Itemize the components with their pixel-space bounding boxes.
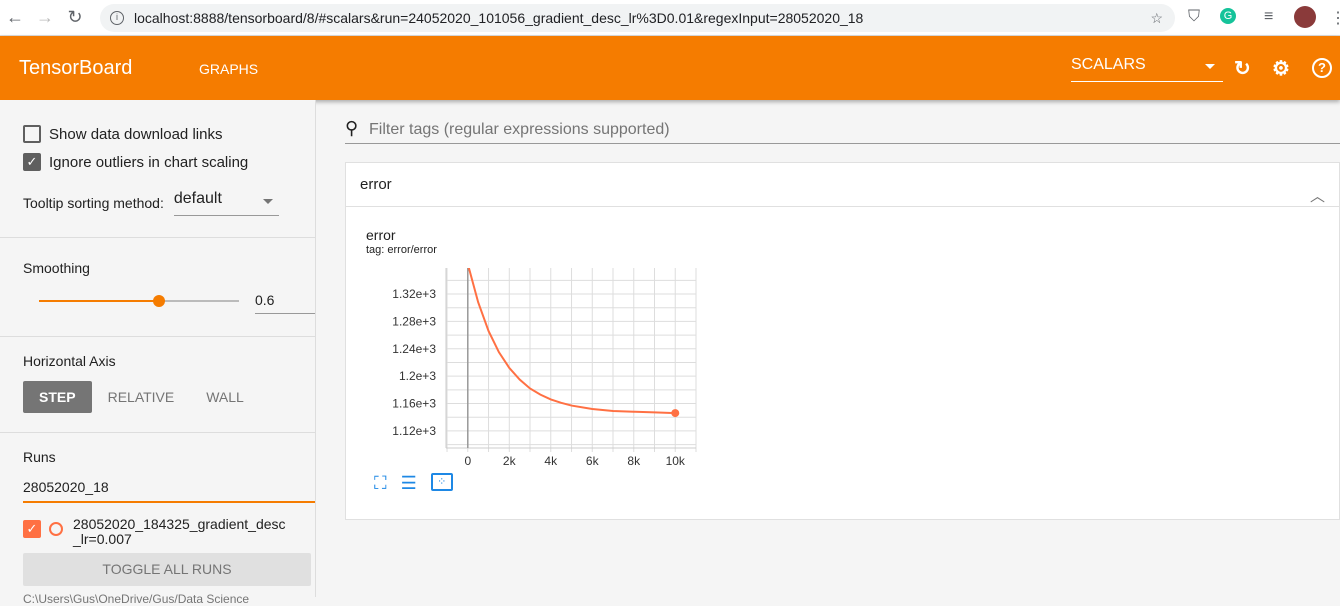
star-icon[interactable]: ☆	[1150, 10, 1163, 27]
smoothing-slider[interactable]	[39, 295, 239, 307]
dashboard-select-value: SCALARS	[1071, 56, 1146, 73]
fullscreen-icon[interactable]: ⛶	[374, 473, 387, 494]
tooltip-sorting-label: Tooltip sorting method:	[23, 195, 164, 211]
sidebar: Show data download links ✓ Ignore outlier…	[0, 100, 316, 606]
url-text: localhost:8888/tensorboard/8/#scalars&ru…	[134, 10, 864, 26]
shield-extension-icon[interactable]: ⛉	[1188, 8, 1200, 26]
menu-icon[interactable]: ⋮	[1330, 8, 1340, 28]
filter-tags-input[interactable]: Filter tags (regular expressions support…	[345, 118, 1340, 144]
last-point-marker	[671, 409, 680, 418]
wall-button[interactable]: WALL	[190, 381, 260, 413]
grammarly-icon[interactable]: G	[1220, 8, 1236, 24]
fit-domain-icon[interactable]: ⁘	[430, 473, 453, 491]
x-tick-label: 0	[464, 454, 471, 468]
runs-label: Runs	[23, 449, 56, 465]
data-table-icon[interactable]: ☰	[401, 473, 417, 494]
show-download-links-checkbox[interactable]: Show data download links	[23, 120, 315, 148]
runs-filter-input[interactable]: 28052020_18	[23, 479, 315, 503]
back-icon[interactable]: ←	[0, 7, 30, 28]
y-tick-label: 1.12e+3	[392, 424, 436, 438]
brand-title[interactable]: TensorBoard	[19, 57, 132, 80]
forward-icon[interactable]: →	[30, 7, 60, 28]
run-color-circle-icon	[49, 522, 63, 536]
dropdown-caret-icon	[262, 199, 273, 209]
logdir-path: C:\Users\Gus\OneDrive/Gus/Data Science	[23, 592, 250, 606]
help-icon[interactable]: ?	[1312, 58, 1332, 78]
chart-tag: tag: error/error	[366, 244, 437, 256]
profile-avatar[interactable]	[1294, 6, 1316, 28]
x-tick-label: 8k	[627, 454, 641, 468]
y-tick-label: 1.2e+3	[399, 369, 436, 383]
y-tick-label: 1.24e+3	[392, 342, 436, 356]
gear-icon[interactable]: ⚙	[1272, 56, 1290, 81]
smoothing-label: Smoothing	[23, 260, 90, 276]
smoothing-input[interactable]: 0.6	[255, 292, 315, 314]
dropdown-caret-icon	[1205, 64, 1215, 74]
run-checkbox-checked-icon[interactable]: ✓	[23, 520, 41, 538]
slider-thumb[interactable]	[153, 295, 165, 307]
browser-toolbar: ← → ↻ i localhost:8888/tensorboard/8/#sca…	[0, 0, 1340, 36]
category-title: error	[360, 176, 392, 193]
run-name: 28052020_184325_gradient_desc_lr=0.007	[73, 516, 286, 547]
y-tick-label: 1.32e+3	[392, 287, 436, 301]
address-bar[interactable]: i localhost:8888/tensorboard/8/#scalars&r…	[100, 4, 1175, 32]
y-tick-label: 1.28e+3	[392, 314, 436, 328]
app-header: TensorBoard GRAPHS SCALARS ↻ ⚙ ?	[0, 36, 1340, 100]
x-tick-label: 6k	[586, 454, 600, 468]
y-tick-label: 1.16e+3	[392, 397, 436, 411]
checkbox-checked-icon: ✓	[23, 153, 41, 171]
checkbox-label: Show data download links	[49, 125, 223, 143]
main-content: ⚲ Filter tags (regular expressions suppo…	[345, 100, 1340, 597]
tooltip-sorting-select[interactable]: default	[173, 190, 279, 216]
x-tick-label: 10k	[666, 454, 686, 468]
step-button[interactable]: STEP	[23, 381, 92, 413]
refresh-icon[interactable]: ↻	[1234, 56, 1251, 81]
info-icon[interactable]: i	[110, 11, 124, 25]
dashboard-select[interactable]: SCALARS	[1071, 56, 1223, 82]
category-header[interactable]: error ︿	[346, 163, 1339, 207]
tooltip-sorting-value: default	[173, 190, 222, 207]
horizontal-axis-label: Horizontal Axis	[23, 353, 116, 369]
checkbox-icon	[23, 125, 41, 143]
tab-graphs[interactable]: GRAPHS	[199, 61, 258, 77]
ignore-outliers-checkbox[interactable]: ✓ Ignore outliers in chart scaling	[23, 148, 315, 176]
x-tick-label: 2k	[503, 454, 517, 468]
media-icon[interactable]: ≡	[1264, 8, 1273, 26]
chart-title: error	[366, 227, 396, 243]
run-item[interactable]: ✓ 28052020_184325_gradient_desc_lr=0.007	[23, 517, 315, 547]
toggle-all-runs-button[interactable]: TOGGLE ALL RUNS	[23, 553, 311, 586]
checkbox-label: Ignore outliers in chart scaling	[49, 153, 249, 171]
chevron-up-icon[interactable]: ︿	[1310, 175, 1325, 219]
relative-button[interactable]: RELATIVE	[92, 381, 191, 413]
x-tick-label: 4k	[544, 454, 558, 468]
reload-icon[interactable]: ↻	[60, 7, 90, 28]
error-chart[interactable]: 0 2k 4k 6k 8k 10k 1.12e+3 1.16e+3 1.2e+3 1.24e+3 1…	[346, 263, 706, 473]
plot-area	[446, 268, 696, 448]
category-card: error ︿ error tag: error/error 0 2k 4k 6k 8k 1…	[345, 162, 1340, 520]
